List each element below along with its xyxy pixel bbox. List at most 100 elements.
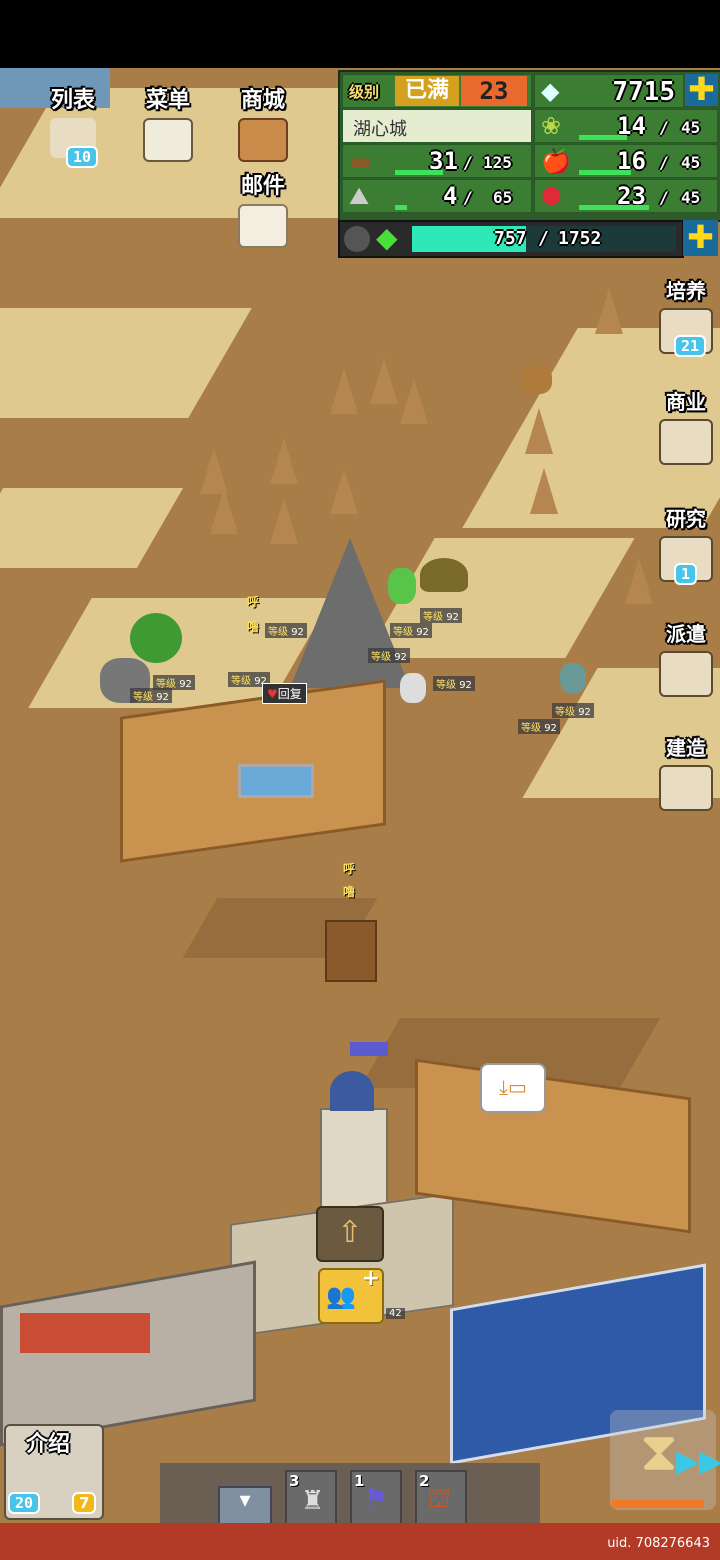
research-label: 研究 <box>666 507 706 531</box>
intro-button[interactable]: 介绍 20 7 <box>4 1424 104 1520</box>
white-cat-statue[interactable] <box>400 673 426 703</box>
intro-badge-left: 20 <box>8 1492 41 1514</box>
plus-icon: + <box>361 1266 380 1291</box>
fast-forward-icon: ▶▶ <box>676 1444 720 1479</box>
fruit-cell: 🍎 16 / 45 <box>534 144 718 178</box>
ruby-separator: / <box>659 188 669 207</box>
bed-request-bubble[interactable]: ⤓▭ <box>480 1063 546 1113</box>
monster-level-tag: 等级 92 <box>390 623 432 638</box>
business-label: 商业 <box>666 390 706 414</box>
business-button[interactable]: 商业 <box>656 386 716 465</box>
house-icon <box>659 419 713 465</box>
menu-label: 菜单 <box>145 88 190 113</box>
kitchen-building[interactable] <box>0 1260 256 1447</box>
hot-spring-pool <box>238 764 314 798</box>
treasure-chest-icon <box>238 118 288 162</box>
chevron-down-icon: ▾ <box>239 1488 251 1513</box>
list-button[interactable]: 列表 10 <box>38 82 108 168</box>
hammer-icon <box>659 765 713 811</box>
shop-label: 商城 <box>240 88 285 113</box>
cave-icon: ⛫ <box>427 1484 451 1514</box>
envelope-icon <box>238 204 288 248</box>
add-gems-button[interactable]: ✚ <box>685 73 718 106</box>
watchtower[interactable] <box>325 920 377 982</box>
flag-icon <box>659 651 713 697</box>
speed-up-progress-bar <box>612 1500 704 1508</box>
hourglass-icon: ⧗ <box>640 1420 678 1483</box>
shop-button[interactable]: 商城 <box>228 82 298 162</box>
speed-up-hourglass-button[interactable]: ⧗ ▶▶ <box>610 1410 720 1510</box>
wood-bar <box>395 170 443 175</box>
rock-spire <box>370 358 398 404</box>
collapse-down-button[interactable]: ▾ <box>218 1486 272 1523</box>
green-gem-icon: ◆ <box>376 221 398 254</box>
log-icon: ▬ <box>349 147 372 175</box>
user-id: uid. 708276643 <box>607 1536 710 1551</box>
dark-orb-icon <box>344 226 370 252</box>
ore-cell: ⛰ 4 / 65 <box>342 179 532 213</box>
research-button[interactable]: 研究 1 <box>656 503 716 585</box>
build-button[interactable]: 建造 <box>656 732 716 811</box>
build-label: 建造 <box>666 736 706 760</box>
recruit-button[interactable]: 👥 + <box>318 1266 384 1324</box>
dispatch-button[interactable]: 派遣 <box>656 618 716 697</box>
menu-button[interactable]: 菜单 <box>133 82 203 162</box>
sound-bubble-lu: 噜 <box>343 885 356 899</box>
fruit-icon: 🍎 <box>541 147 571 175</box>
recover-status-tag: ♥回复 <box>262 683 307 704</box>
upgrade-arrow-button[interactable]: ⇧ <box>316 1206 384 1262</box>
exp-max: 1752 <box>558 228 602 249</box>
research-badge: 1 <box>674 563 698 585</box>
ruby-icon: ⬢ <box>541 182 562 210</box>
flag-icon <box>350 1042 388 1056</box>
tortoise-monster[interactable] <box>420 558 468 592</box>
experience-bar: ◆ 757 / 1752 <box>338 220 684 258</box>
fruit-separator: / <box>659 153 669 172</box>
people-icon: 👥 <box>326 1282 356 1310</box>
rock-spire <box>400 378 428 424</box>
intro-badge-right: 7 <box>72 1492 97 1514</box>
gems-cell: ◆ 7715 <box>534 74 684 108</box>
bedroom-building[interactable] <box>415 1058 691 1234</box>
ruby-cell: ⬢ 23 / 45 <box>534 179 718 213</box>
monster-level-tag: 等级 92 <box>518 719 560 734</box>
rock-spire <box>625 558 653 604</box>
mail-button[interactable]: 邮件 <box>228 168 298 248</box>
monster-level-tag: 等级 92 <box>420 608 462 623</box>
game-map[interactable]: 等级 92 等级 92 等级 92 等级 92 等级 92 等级 92 等级 9… <box>0 68 720 1523</box>
exp-current: 757 <box>494 228 527 249</box>
resource-panel: 级别 已满 23 ◆ 7715 ✚ 湖心城 ❀ 14 / 45 ▬ 31 / 1… <box>338 70 720 222</box>
signboard-icon <box>143 118 193 162</box>
food-separator: / <box>659 118 669 137</box>
palm-tree <box>130 613 182 663</box>
ruby-bar <box>579 205 649 210</box>
ore-current: 4 <box>443 182 458 210</box>
archer-adventurer[interactable] <box>522 366 552 394</box>
monster-level-tag: 等级 92 <box>552 703 594 718</box>
rock-spire <box>210 488 238 534</box>
status-bar <box>0 0 720 68</box>
rock-spire <box>330 468 358 514</box>
rock-spire <box>595 288 623 334</box>
level-status: 已满 <box>395 76 459 106</box>
sound-bubble-hu: 呼 <box>343 862 356 876</box>
wood-cell: ▬ 31 / 125 <box>342 144 532 178</box>
caterpillar-monster[interactable] <box>388 568 416 604</box>
red-carpet <box>20 1313 150 1353</box>
slot-tower[interactable]: 3 ♜ <box>285 1470 337 1523</box>
monster-level-tag: 等级 92 <box>265 623 307 638</box>
goblin-monster[interactable] <box>560 663 586 693</box>
diamond-icon: ◆ <box>541 77 560 105</box>
sand-patch <box>0 488 184 568</box>
intro-label: 介绍 <box>26 1432 71 1457</box>
slot-cave[interactable]: 2 ⛫ <box>415 1470 467 1523</box>
monster-level-tag: 等级 92 <box>433 676 475 691</box>
building-level-tag: 42 <box>386 1308 405 1319</box>
add-exp-button[interactable]: ✚ <box>683 220 718 256</box>
slot-flag[interactable]: 1 ⚑ <box>350 1470 402 1523</box>
train-button[interactable]: 培养 21 <box>656 275 716 357</box>
ore-separator: / <box>463 188 473 207</box>
rock-spire <box>330 368 358 414</box>
level-cell: 级别 已满 23 <box>342 74 532 108</box>
ore-icon: ⛰ <box>349 182 370 210</box>
